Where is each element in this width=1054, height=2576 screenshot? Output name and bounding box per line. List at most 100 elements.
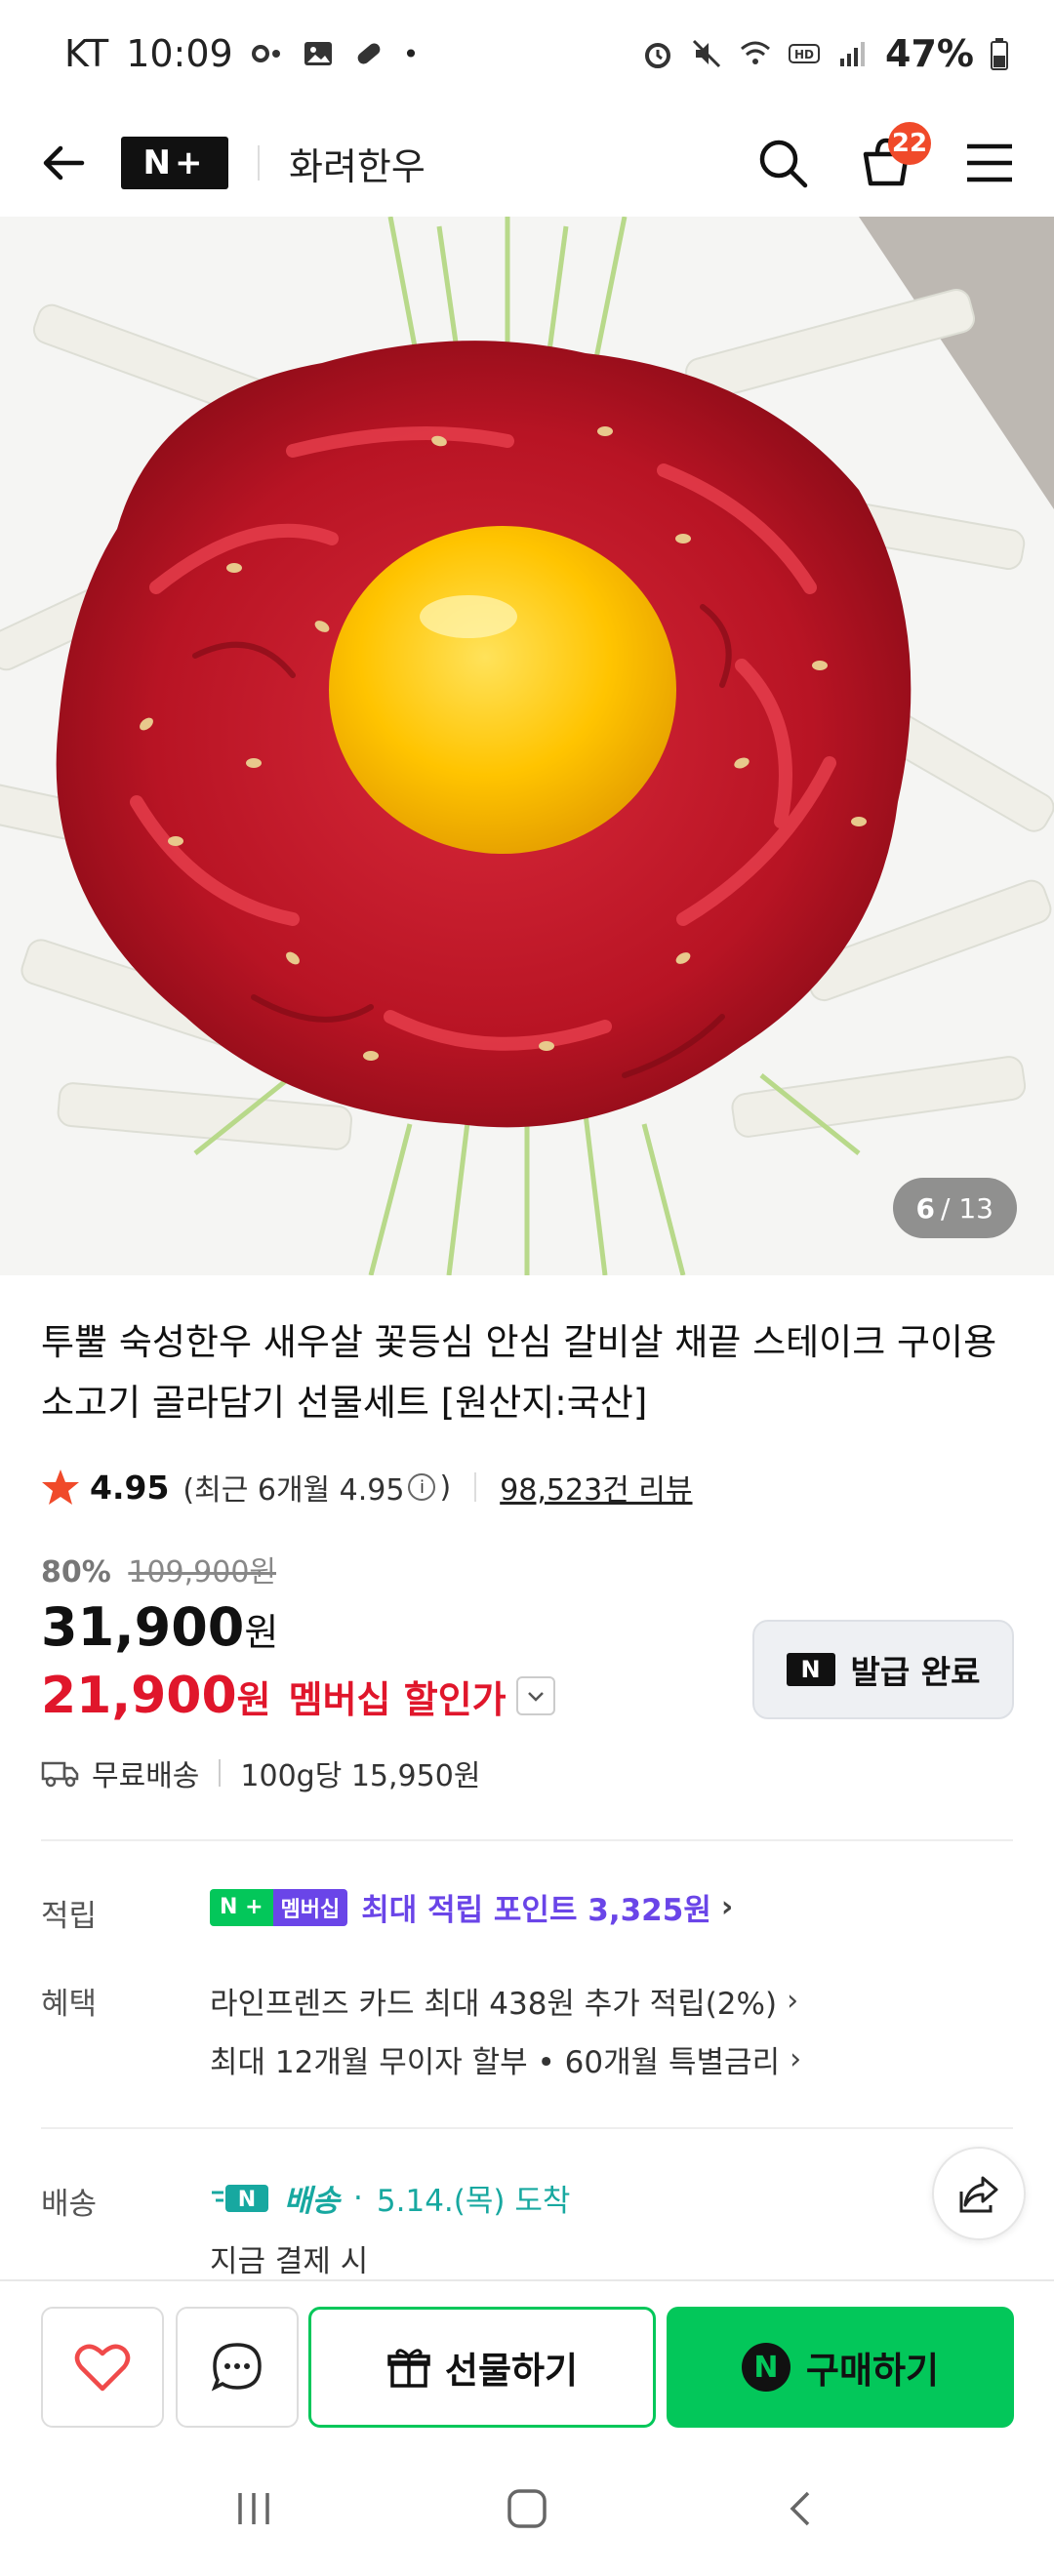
member-price-value: 21,900 [41,1667,237,1725]
gift-label: 선물하기 [444,2350,579,2392]
arrow-left-icon [43,145,85,181]
back-button[interactable] [29,129,98,197]
talk-chat-button[interactable] [176,2307,299,2428]
carrier-label: KT [64,32,109,75]
buy-label: 구매하기 [805,2350,940,2392]
gift-icon [387,2349,430,2388]
delivery-note: 지금 결제 시 [210,2244,369,2279]
discount-percent: 80% [41,1555,111,1590]
points-row[interactable]: N + 멤버십 최대 적립 포인트 3,325원 › [210,1885,733,1929]
image-counter-current: 6 [915,1191,936,1225]
points-label: 적립 [41,1899,98,1934]
recents-button[interactable] [232,2487,275,2534]
naver-pay-icon: N [741,2343,790,2392]
system-nav-bar [0,2445,1054,2576]
section-divider [41,1839,1013,1841]
svg-text:HD: HD [794,48,814,61]
rating-divider [474,1472,477,1502]
mute-icon [692,39,721,68]
truck-icon [41,1761,79,1788]
benefit-card-text: 라인프렌즈 카드 최대 438원 추가 적립(2%) [210,1987,778,2022]
sale-price-value: 31,900 [41,1596,245,1658]
product-image-carousel[interactable]: 6 / 13 [0,217,1054,1275]
gallery-icon [304,42,332,65]
wifi-icon [741,41,771,64]
member-price-unit: 원 [236,1677,271,1721]
link-icon [251,45,280,62]
svg-text:N: N [238,2188,256,2212]
benefit-label: 혜택 [41,1987,98,2022]
battery-icon [991,38,1008,70]
member-price-dropdown[interactable] [515,1676,555,1715]
free-shipping-text: 무료배송 [92,1759,200,1793]
membership-badge: N + 멤버십 [210,1888,348,1926]
sale-price: 31,900원 [41,1596,278,1658]
battery-percent: 47% [885,32,974,75]
naver-delivery-icon: N [212,2184,268,2212]
clock: 10:09 [126,32,233,75]
coupon-issued-button[interactable]: N 발급 완료 [752,1620,1014,1719]
naver-plus-logo[interactable]: N+ [121,137,228,189]
max-points-text: 최대 적립 포인트 3,325원 [361,1893,711,1928]
delivery-label: 배송 [41,2187,98,2222]
original-price: 109,900원 [128,1555,277,1590]
recents-icon [237,2493,269,2524]
hamburger-menu-icon [967,143,1012,182]
image-counter-total: / 13 [941,1191,993,1225]
store-name[interactable]: 화려한우 [289,137,426,190]
benefit-installment-row[interactable]: 최대 12개월 무이자 할부 • 60개월 특별금리 › [210,2037,801,2081]
coupon-label: 발급 완료 [850,1653,981,1691]
cart-button[interactable]: 22 [851,122,931,198]
hd-icon: HD [789,44,821,63]
heart-icon [74,2344,131,2392]
chevron-right-icon: › [720,1890,734,1924]
delivery-dot: · [353,2180,363,2216]
pill-icon [357,43,381,64]
buy-button[interactable]: N 구매하기 [667,2307,1014,2428]
yukhoe-product-photo [0,217,1054,1275]
chevron-down-icon [527,1692,544,1702]
search-button[interactable] [748,128,818,198]
image-counter: 6 / 13 [892,1178,1017,1238]
delivery-row: N 배송 · 5.14.(목) 도착 [210,2176,570,2220]
discount-row: 80% 109,900원 [41,1548,276,1590]
unit-price-text: 100g당 15,950원 [240,1759,481,1793]
membership-badge-n: N + [210,1888,273,1926]
share-button[interactable] [932,2147,1026,2240]
app-header: N+ 화려한우 22 [0,109,1054,217]
share-icon [959,2176,998,2213]
search-icon [759,140,808,188]
recent-rating-close: ) [439,1469,452,1505]
benefit-installment-text: 최대 12개월 무이자 할부 • 60개월 특별금리 [210,2045,781,2080]
membership-badge-text: 멤버십 [272,1888,348,1926]
alarm-icon [645,43,671,68]
cart-count-badge: 22 [888,122,931,165]
gift-button[interactable]: 선물하기 [308,2307,656,2428]
review-count-link[interactable]: 98,523건 리뷰 [500,1466,692,1509]
sale-price-unit: 원 [244,1611,279,1654]
bottom-action-bar: 선물하기 N 구매하기 [0,2279,1054,2445]
status-bar: KT 10:09 • HD 47% [0,0,1054,107]
home-icon [507,2489,547,2528]
recent-rating-text: (최근 6개월 4.95 [182,1473,405,1508]
rating-score: 4.95 [90,1468,170,1507]
wishlist-button[interactable] [41,2307,164,2428]
star-icon [42,1469,79,1505]
benefit-card-row[interactable]: 라인프렌즈 카드 최대 438원 추가 적립(2%) › [210,1979,798,2023]
product-title: 투뿔 숙성한우 새우살 꽃등심 안심 갈비살 채끝 스테이크 구이용 소고기 골… [41,1321,997,1424]
home-button[interactable] [505,2486,549,2535]
naver-n-icon: N [786,1653,835,1686]
chevron-left-icon [790,2491,810,2526]
info-icon[interactable]: i [408,1473,436,1501]
nav-back-button[interactable] [779,2487,822,2534]
delivery-date: 5.14.(목) 도착 [376,2184,571,2219]
shipping-row: 무료배송 100g당 15,950원 [41,1751,480,1794]
signal-icon [840,42,866,66]
member-price-row[interactable]: 21,900 원 멤버십 할인가 [41,1667,555,1725]
rating-row: 4.95 (최근 6개월 4.95 i ) 98,523건 리뷰 [41,1466,693,1509]
header-divider [258,145,260,181]
delivery-badge-text: 배송 [284,2184,341,2219]
member-price-label: 멤버십 할인가 [288,1677,507,1721]
dot-icon: • [402,37,420,70]
menu-button[interactable] [954,128,1025,198]
